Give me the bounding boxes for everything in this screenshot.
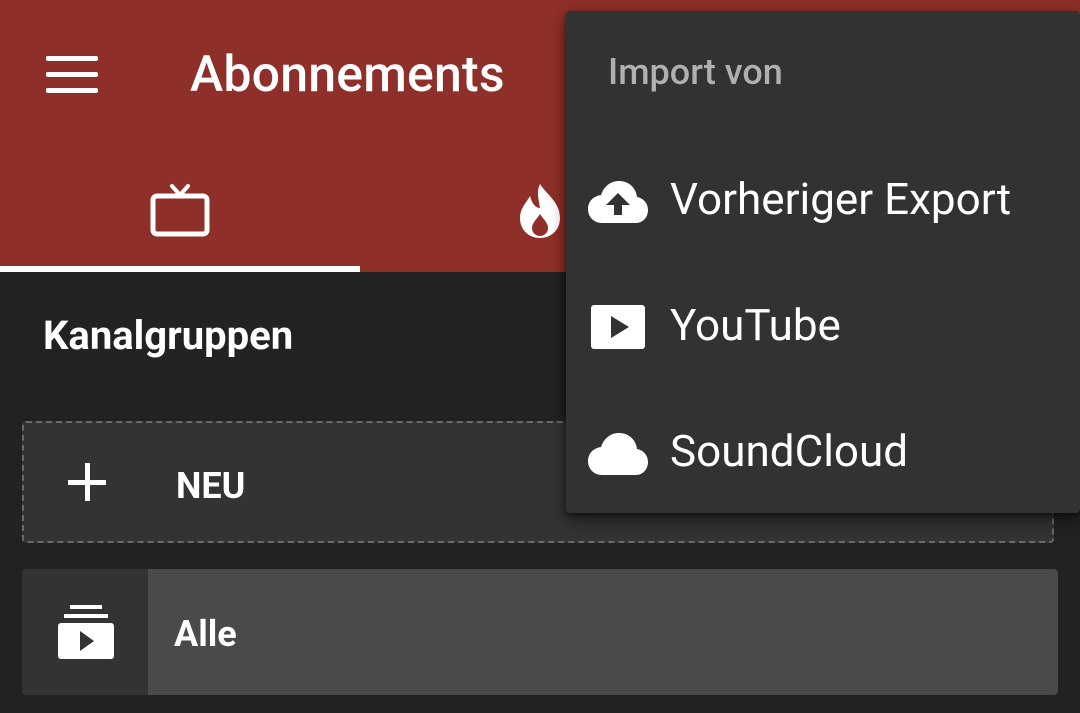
menu-item-youtube[interactable]: YouTube xyxy=(566,265,1080,389)
cloud-upload-icon xyxy=(588,181,648,223)
page-title: Abonnements xyxy=(190,46,505,104)
tv-icon xyxy=(150,184,210,237)
menu-item-label: Vorheriger Export xyxy=(670,173,1012,225)
new-group-label: NEU xyxy=(176,465,246,507)
group-item-all[interactable]: Alle xyxy=(22,569,1058,695)
youtube-play-icon xyxy=(591,305,645,349)
cloud-icon xyxy=(588,433,648,475)
menu-item-previous-export[interactable]: Vorheriger Export xyxy=(566,139,1080,263)
tab-subscriptions[interactable] xyxy=(0,160,360,272)
import-menu: Import von Vorheriger Export YouTube Sou… xyxy=(566,11,1080,513)
group-label: Alle xyxy=(174,613,237,655)
import-menu-header: Import von xyxy=(608,51,783,93)
fire-icon xyxy=(520,184,560,238)
menu-item-label: YouTube xyxy=(670,299,841,351)
menu-item-label: SoundCloud xyxy=(670,425,909,477)
plus-icon xyxy=(68,463,108,503)
section-title: Kanalgruppen xyxy=(43,312,294,359)
hamburger-menu-icon[interactable] xyxy=(46,54,100,94)
group-icon-cell xyxy=(22,569,148,695)
subscriptions-icon xyxy=(58,605,114,659)
menu-item-soundcloud[interactable]: SoundCloud xyxy=(566,391,1080,515)
tab-indicator xyxy=(0,266,360,272)
